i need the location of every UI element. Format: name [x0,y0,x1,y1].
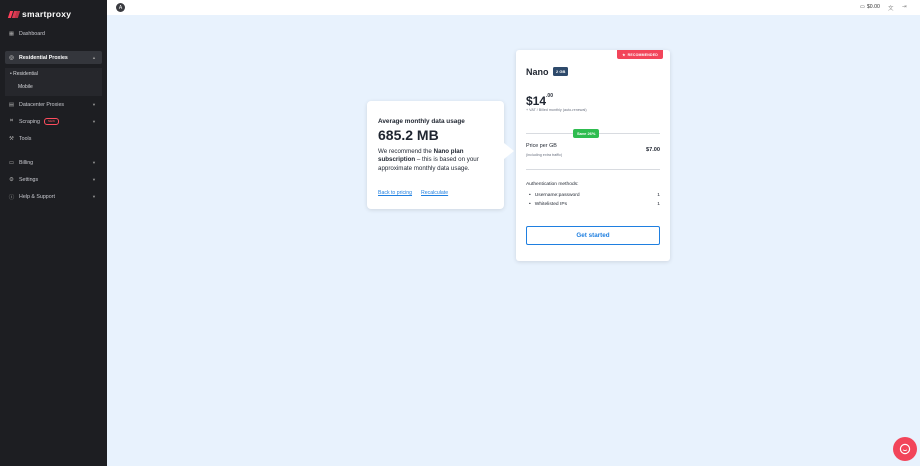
sidebar-item-label: Tools [19,135,32,142]
help-icon: ⓘ [8,194,15,201]
get-started-button[interactable]: Get started [526,226,660,245]
sidebar-item-dashboard[interactable]: ▦ Dashboard [5,27,102,40]
price-per-gb-value: $7.00 [646,147,660,153]
balance-indicator[interactable]: ▭ $0.00 [860,4,880,10]
logo-mark-icon [7,10,21,18]
star-icon: ★ [622,52,626,57]
sidebar-item-label: Dashboard [19,30,45,37]
chat-launcher-button[interactable] [893,437,917,461]
chevron-down-icon: ▼ [92,160,96,165]
billing-icon: ▭ [8,159,15,166]
chevron-down-icon: ▼ [92,177,96,182]
usage-label: Average monthly data usage [378,118,465,125]
price-cents: .00 [546,93,553,99]
logout-icon[interactable]: ⇥ [902,4,907,10]
auth-method-value: 1 [657,193,660,198]
price-per-gb-note: (including extra traffic) [526,153,563,157]
dashboard-icon: ▦ [8,30,15,37]
avatar[interactable]: A [116,3,125,12]
plan-name: Nano [526,67,549,77]
sidebar-item-residential-proxies[interactable]: ◎ Residential Proxies ▲ [5,51,102,64]
brand-logo[interactable]: smartproxy [7,9,72,19]
settings-icon: ⚙ [9,176,14,183]
sidebar-subitem-label: Mobile [18,84,33,90]
recommendation-text: We recommend the Nano plan subscription … [378,148,500,173]
sidebar-item-datacenter-proxies[interactable]: ▤ Datacenter Proxies ▼ [5,98,102,111]
wallet-icon: ▭ [860,4,865,10]
auth-method-row: • Whitelisted IPs 1 [529,202,660,207]
usage-value: 685.2 MB [378,127,439,143]
new-badge: NEW [43,118,59,125]
divider [526,169,660,170]
recommended-label: RECOMMENDED [627,52,658,57]
sidebar-item-label: Help & Support [19,193,55,200]
sidebar-item-label: Scraping [19,118,40,125]
recommended-badge: ★ RECOMMENDED [617,50,663,59]
server-icon: ▤ [8,101,15,108]
auth-methods-title: Authentication methods: [526,182,579,187]
recalculate-link[interactable]: Recalculate [421,190,448,196]
sidebar-subitem-label: Residential [13,71,38,77]
vat-note: + VAT / Billed monthly (auto-renewal) [526,108,587,112]
sidebar-item-label: Settings [19,176,39,183]
sidebar-item-label: Billing [19,159,34,166]
tools-icon: ⚒ [9,135,14,142]
globe-icon: ◎ [9,54,14,61]
plan-price: $14.00 [526,93,553,108]
brand-name: smartproxy [22,9,72,19]
back-to-pricing-link[interactable]: Back to pricing [378,190,412,196]
sidebar-item-scraping[interactable]: ⌗ Scraping NEW ▼ [5,115,102,128]
chat-icon [899,443,911,455]
code-icon: ⌗ [9,118,14,124]
bullet-icon: • [10,71,12,77]
plan-size-badge: 2 GB [553,67,569,76]
chevron-down-icon: ▼ [92,102,96,107]
chevron-down-icon: ▼ [92,194,96,199]
sidebar-item-billing[interactable]: ▭ Billing ▼ [5,156,102,169]
chevron-down-icon: ▼ [92,119,96,124]
price-per-gb-label: Price per GB [526,143,557,149]
chevron-up-icon: ▲ [92,55,96,60]
sidebar-subitem-residential[interactable]: • Residential [10,71,38,77]
bullet-icon: • [529,193,531,198]
usage-recommendation-card: Average monthly data usage 685.2 MB We r… [367,101,514,209]
plan-card: ★ RECOMMENDED Nano 2 GB $14.00 + VAT / B… [516,50,670,261]
sidebar: smartproxy ▦ Dashboard ◎ Residential Pro… [0,0,107,466]
bullet-icon: • [529,202,531,207]
sidebar-item-help-support[interactable]: ⓘ Help & Support ▼ [5,190,102,203]
sidebar-item-tools[interactable]: ⚒ Tools [5,132,102,145]
language-icon[interactable]: 文 [888,4,894,12]
auth-method-row: • Username:password 1 [529,193,660,198]
auth-method-label: Whitelisted IPs [534,202,568,207]
sidebar-subitem-mobile[interactable]: Mobile [18,84,33,90]
sidebar-item-label: Datacenter Proxies [19,101,65,108]
top-bar [107,0,920,15]
recommendation-text-start: We recommend the [378,148,434,155]
sidebar-item-label: Residential Proxies [19,54,68,61]
balance-value: $0.00 [866,4,880,10]
sidebar-item-settings[interactable]: ⚙ Settings ▼ [5,173,102,186]
save-badge: Save 26% [573,129,600,138]
price-main: $14 [526,94,547,108]
auth-method-label: Username:password [534,193,580,198]
auth-method-value: 1 [657,202,660,207]
